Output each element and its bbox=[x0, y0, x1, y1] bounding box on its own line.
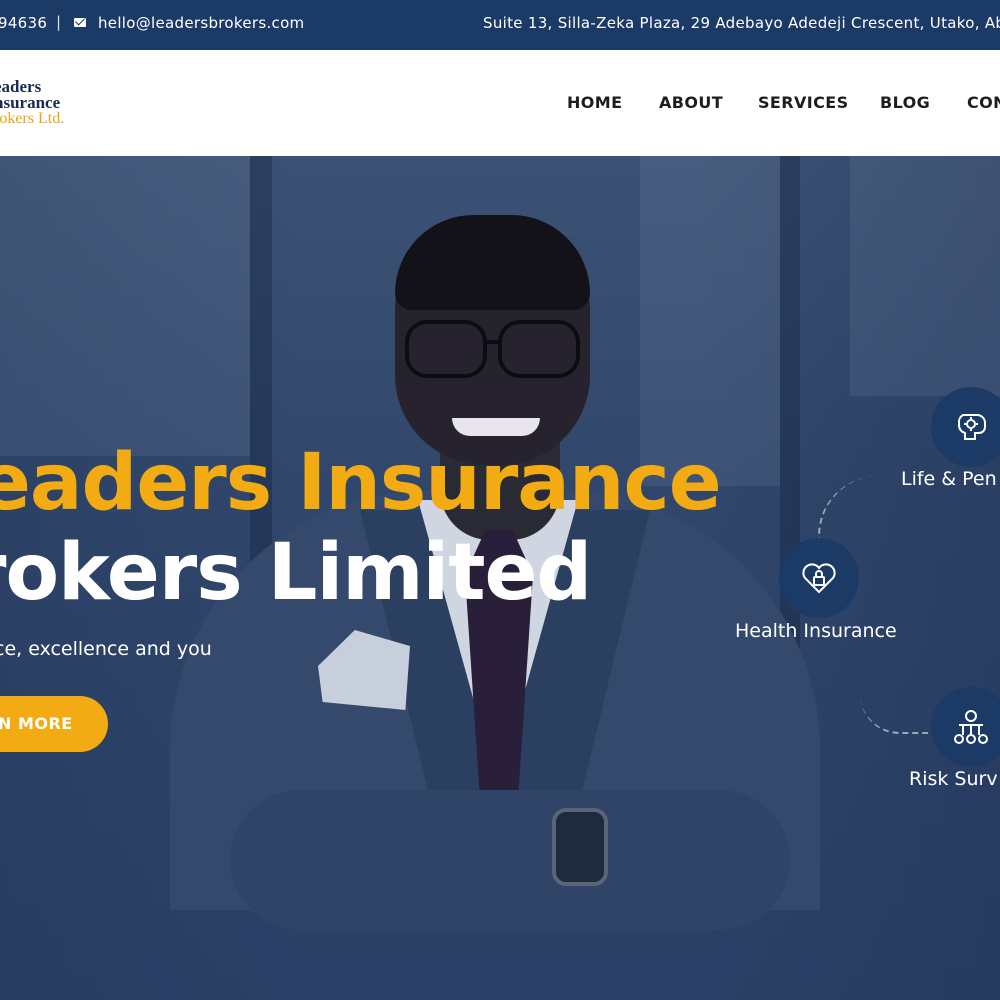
glasses-lens-right bbox=[498, 320, 580, 378]
risk-survey-label[interactable]: Risk Surv bbox=[909, 768, 998, 790]
hero-tagline: ce, excellence and you bbox=[0, 638, 212, 660]
glasses-lens-left bbox=[405, 320, 487, 378]
health-insurance-circle[interactable] bbox=[779, 538, 859, 618]
health-insurance-label[interactable]: Health Insurance bbox=[735, 620, 897, 642]
envelope-icon bbox=[74, 18, 86, 27]
background-window bbox=[640, 156, 780, 486]
money-people-icon bbox=[954, 710, 988, 744]
main-navigation: HOME ABOUT SERVICES BLOG CON bbox=[0, 93, 1000, 115]
topbar-separator: | bbox=[56, 13, 62, 31]
background-window bbox=[0, 156, 250, 456]
site-header: eaders nsurance rokers Ltd. HOME ABOUT S… bbox=[0, 50, 1000, 156]
crossed-arms bbox=[230, 790, 790, 930]
life-pension-label[interactable]: Life & Pen bbox=[901, 468, 997, 490]
nav-home[interactable]: HOME bbox=[567, 93, 622, 112]
background-window bbox=[850, 156, 1000, 396]
hero-title-line-1: eaders Insurance bbox=[0, 438, 722, 528]
nav-blog[interactable]: BLOG bbox=[880, 93, 930, 112]
nav-contact[interactable]: CON bbox=[967, 93, 1000, 112]
top-info-bar: 94636 | hello@leadersbrokers.com Suite 1… bbox=[0, 0, 1000, 50]
smile bbox=[452, 418, 540, 436]
brain-gear-icon bbox=[957, 414, 986, 440]
nav-services[interactable]: SERVICES bbox=[758, 93, 849, 112]
hero-title-line-2: rokers Limited bbox=[0, 528, 592, 618]
nav-about[interactable]: ABOUT bbox=[659, 93, 723, 112]
phone-number[interactable]: 94636 bbox=[0, 14, 47, 32]
office-address: Suite 13, Silla-Zeka Plaza, 29 Adebayo A… bbox=[483, 14, 1000, 32]
heart-lock-icon bbox=[802, 563, 836, 594]
email-link[interactable]: hello@leadersbrokers.com bbox=[98, 14, 304, 32]
wristwatch bbox=[552, 808, 608, 886]
learn-more-button[interactable]: N MORE bbox=[0, 696, 108, 752]
glasses-bridge bbox=[483, 340, 501, 344]
